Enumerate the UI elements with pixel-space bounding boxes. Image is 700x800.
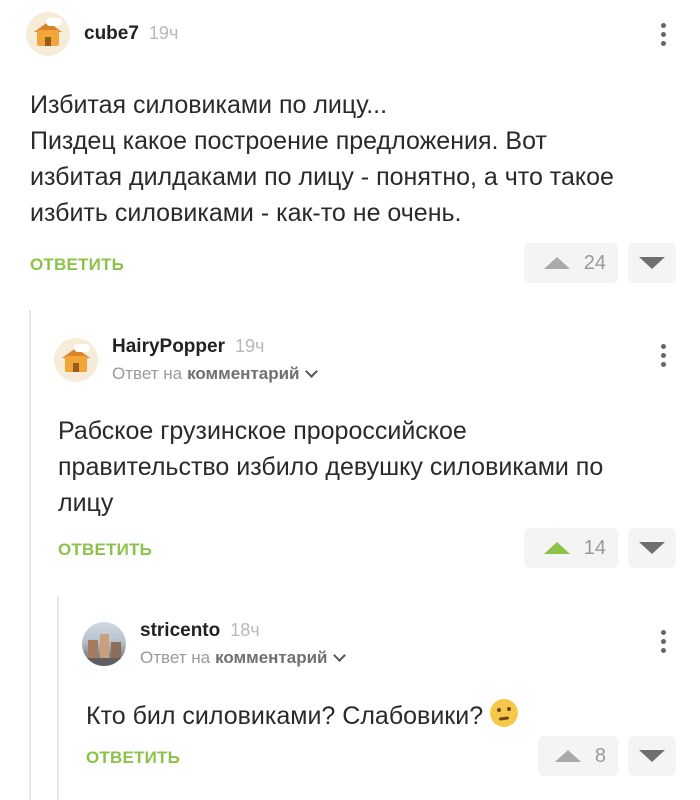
upvote-arrow-icon [554, 750, 581, 762]
downvote-button[interactable] [628, 736, 676, 776]
vote-count: 8 [594, 744, 606, 767]
reply-button[interactable]: ОТВЕТИТЬ [86, 748, 180, 768]
upvote-button[interactable]: 8 [538, 736, 618, 776]
thinking-face-icon [490, 699, 519, 727]
more-menu-icon[interactable] [661, 630, 667, 657]
comment-text: Кто бил силовиками? Слабовики? [86, 698, 686, 734]
username[interactable]: stricento [140, 620, 220, 642]
comment-stricento: stricento 18ч Ответ на комментарий Кто б… [0, 0, 700, 800]
reply-to-link[interactable]: Ответ на комментарий [140, 648, 347, 668]
downvote-arrow-icon [639, 750, 665, 762]
timestamp: 18ч [230, 620, 260, 640]
avatar[interactable] [82, 622, 126, 666]
chevron-down-icon [333, 649, 347, 662]
